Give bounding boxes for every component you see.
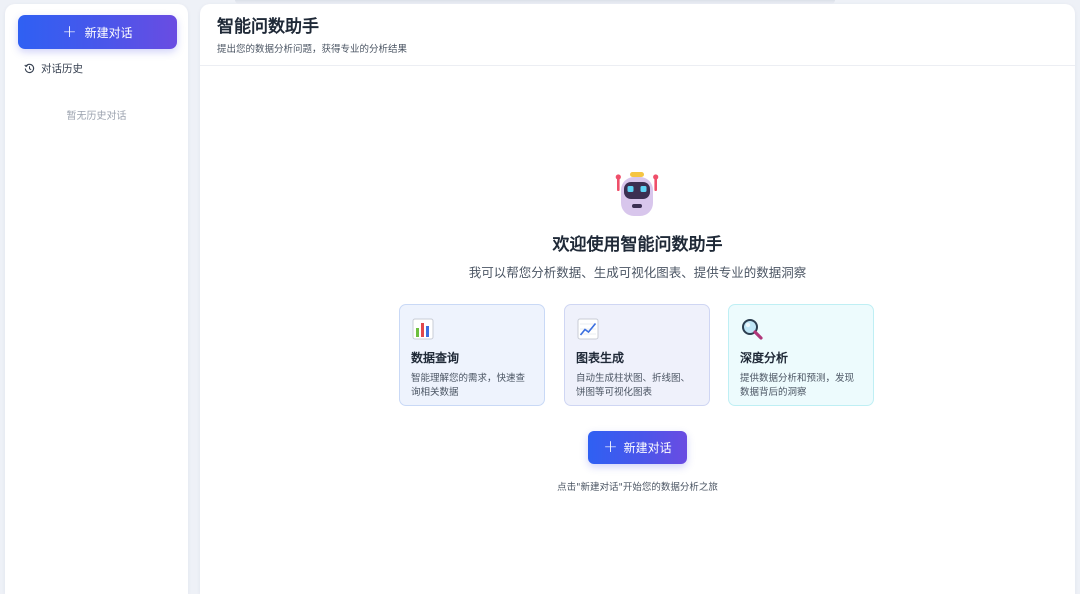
feature-title: 深度分析 xyxy=(740,351,789,365)
main-panel: 智能问数助手 提出您的数据分析问题，获得专业的分析结果 欢迎使用智能问数助手 我… xyxy=(200,4,1075,594)
page-subtitle: 提出您的数据分析问题，获得专业的分析结果 xyxy=(217,44,408,55)
welcome-subtitle: 我可以帮您分析数据、生成可视化图表、提供专业的数据洞察 xyxy=(468,265,807,280)
feature-card-chart-generation: 图表生成 自动生成柱状图、折线图、饼图等可视化图表 xyxy=(564,304,710,406)
magnifier-icon xyxy=(740,317,764,341)
start-hint: 点击"新建对话"开始您的数据分析之旅 xyxy=(557,482,718,493)
history-empty-text: 暂无历史对话 xyxy=(66,111,127,122)
history-icon xyxy=(24,63,35,74)
main-header: 智能问数助手 提出您的数据分析问题，获得专业的分析结果 xyxy=(200,4,1075,66)
feature-desc: 智能理解您的需求，快速查询相关数据 xyxy=(411,373,526,398)
robot-icon xyxy=(614,170,660,218)
sidebar: + 新建对话 对话历史 暂无历史对话 xyxy=(5,4,188,594)
feature-card-data-query: 数据查询 智能理解您的需求，快速查询相关数据 xyxy=(399,304,545,406)
line-chart-icon xyxy=(576,317,600,341)
feature-desc: 提供数据分析和预测，发现数据背后的洞察 xyxy=(740,373,855,398)
welcome-title: 欢迎使用智能问数助手 xyxy=(552,235,723,255)
feature-title: 数据查询 xyxy=(411,351,460,365)
history-header: 对话历史 xyxy=(24,61,83,76)
bar-chart-icon xyxy=(411,317,435,341)
feature-title: 图表生成 xyxy=(576,351,625,365)
plus-icon: + xyxy=(62,21,77,42)
history-title: 对话历史 xyxy=(41,63,83,75)
feature-card-deep-analysis: 深度分析 提供数据分析和预测，发现数据背后的洞察 xyxy=(728,304,874,406)
new-chat-label: 新建对话 xyxy=(84,25,133,40)
start-new-chat-label: 新建对话 xyxy=(623,441,672,455)
feature-desc: 自动生成柱状图、折线图、饼图等可视化图表 xyxy=(576,373,691,398)
plus-icon: + xyxy=(603,437,618,457)
page-title: 智能问数助手 xyxy=(217,17,319,37)
start-new-chat-button[interactable]: + 新建对话 xyxy=(588,431,687,464)
new-chat-button[interactable]: + 新建对话 xyxy=(18,15,177,49)
